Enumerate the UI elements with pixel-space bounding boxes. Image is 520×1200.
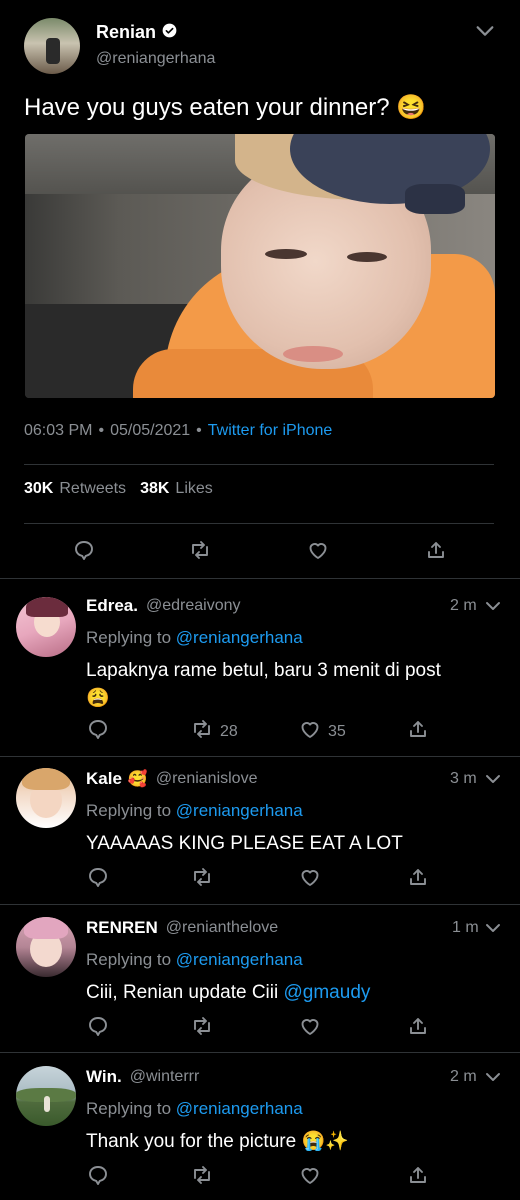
meta-dot: • [196,422,202,439]
tweet-text: Have you guys eaten your dinner? 😆 [24,94,427,121]
reply-avatar[interactable] [16,768,76,828]
share-icon[interactable] [406,1014,430,1038]
grinning-squint-emoji: 😆 [396,94,427,121]
author-name[interactable]: Renian [96,22,156,43]
reply-handle[interactable]: @edreaivony [146,597,241,615]
share-icon[interactable] [406,1163,430,1187]
reply-name[interactable]: Kale [86,769,122,789]
retweet-count: 28 [220,722,238,740]
reply-icon[interactable] [86,1163,110,1187]
reply-name[interactable]: RENREN [86,918,158,938]
chevron-down-icon[interactable] [484,597,502,615]
reply-text: Thank you for the picture 😭✨ [86,1131,349,1152]
tweet-source[interactable]: Twitter for iPhone [208,422,333,440]
replying-to: Replying to @reniangerhana [86,801,303,820]
divider [0,1052,520,1053]
tweet-date: 05/05/2021 [110,422,191,439]
reply-text: Lapaknya rame betul, baru 3 menit di pos… [86,660,441,709]
replying-to: Replying to @reniangerhana [86,628,303,647]
reply-avatar[interactable] [16,1066,76,1126]
share-icon[interactable] [424,538,448,562]
reply-name[interactable]: Edrea. [86,596,138,616]
replying-to-handle[interactable]: @reniangerhana [176,801,303,820]
retweet-action[interactable]: 28 [190,717,238,746]
reply-time: 2 m [450,1068,477,1085]
divider [0,756,520,757]
reply-time: 3 m [450,770,477,787]
reply-avatar[interactable] [16,917,76,977]
retweets-count[interactable]: 30K [24,480,53,498]
like-icon[interactable] [306,538,330,562]
chevron-down-icon[interactable] [474,20,496,42]
reply-header: Win. @winterrr [86,1067,199,1087]
replying-to-handle[interactable]: @reniangerhana [176,950,303,969]
like-count: 35 [328,722,346,740]
tweet-meta: 06:03 PM • 05/05/2021 • Twitter for iPho… [24,422,332,440]
retweets-label[interactable]: Retweets [59,480,126,498]
tweet-time: 06:03 PM [24,422,93,439]
reply-text: Ciii, Renian update Ciii @gmaudy [86,982,371,1003]
like-icon[interactable] [298,865,322,889]
reply-handle[interactable]: @winterrr [130,1068,200,1086]
reply-icon[interactable] [86,1014,110,1038]
tweet-photo[interactable] [25,134,495,398]
like-icon[interactable] [298,1014,322,1038]
reply-icon[interactable] [72,538,96,562]
tweet-stats: 30K Retweets 38K Likes [24,480,213,498]
divider [0,578,520,579]
crying-sparkles-emoji: 😭✨ [301,1131,349,1152]
verified-badge-icon [162,23,177,43]
reply-avatar[interactable] [16,597,76,657]
retweet-icon[interactable] [188,538,212,562]
author-handle[interactable]: @reniangerhana [96,50,215,68]
retweet-icon [190,717,214,746]
divider [24,464,494,465]
reply-time: 1 m [452,919,479,936]
reply-icon[interactable] [86,865,110,889]
share-icon[interactable] [406,865,430,889]
replying-to-handle[interactable]: @reniangerhana [176,1099,303,1118]
like-icon [298,717,322,746]
reply-handle[interactable]: @renianislove [156,770,258,788]
reply-name[interactable]: Win. [86,1067,122,1087]
like-icon[interactable] [298,1163,322,1187]
retweet-icon[interactable] [190,865,214,889]
retweet-icon[interactable] [190,1163,214,1187]
like-action[interactable]: 35 [298,717,346,746]
chevron-down-icon[interactable] [484,1068,502,1086]
divider [0,904,520,905]
divider [24,523,494,524]
chevron-down-icon[interactable] [484,770,502,788]
meta-dot: • [98,422,105,439]
reply-header: RENREN @renianthelove [86,918,278,938]
chevron-down-icon[interactable] [484,919,502,937]
reply-header: Kale 🥰 @renianislove [86,769,257,789]
reply-time: 2 m [450,597,477,614]
replying-to-handle[interactable]: @reniangerhana [176,628,303,647]
replying-to: Replying to @reniangerhana [86,1099,303,1118]
mention-link[interactable]: @gmaudy [284,982,371,1003]
author-avatar[interactable] [24,18,80,74]
reply-handle[interactable]: @renianthelove [166,919,278,937]
retweet-icon[interactable] [190,1014,214,1038]
share-icon[interactable] [406,717,430,741]
likes-label[interactable]: Likes [175,480,212,498]
reply-header: Edrea. @edreaivony [86,596,241,616]
smiling-hearts-emoji: 🥰 [127,771,148,788]
weary-face-emoji: 😩 [86,688,110,709]
reply-text: YAAAAAS KING PLEASE EAT A LOT [86,833,403,854]
author-name-row: Renian [96,22,177,43]
replying-to: Replying to @reniangerhana [86,950,303,969]
likes-count[interactable]: 38K [140,480,169,498]
reply-icon[interactable] [86,717,110,741]
